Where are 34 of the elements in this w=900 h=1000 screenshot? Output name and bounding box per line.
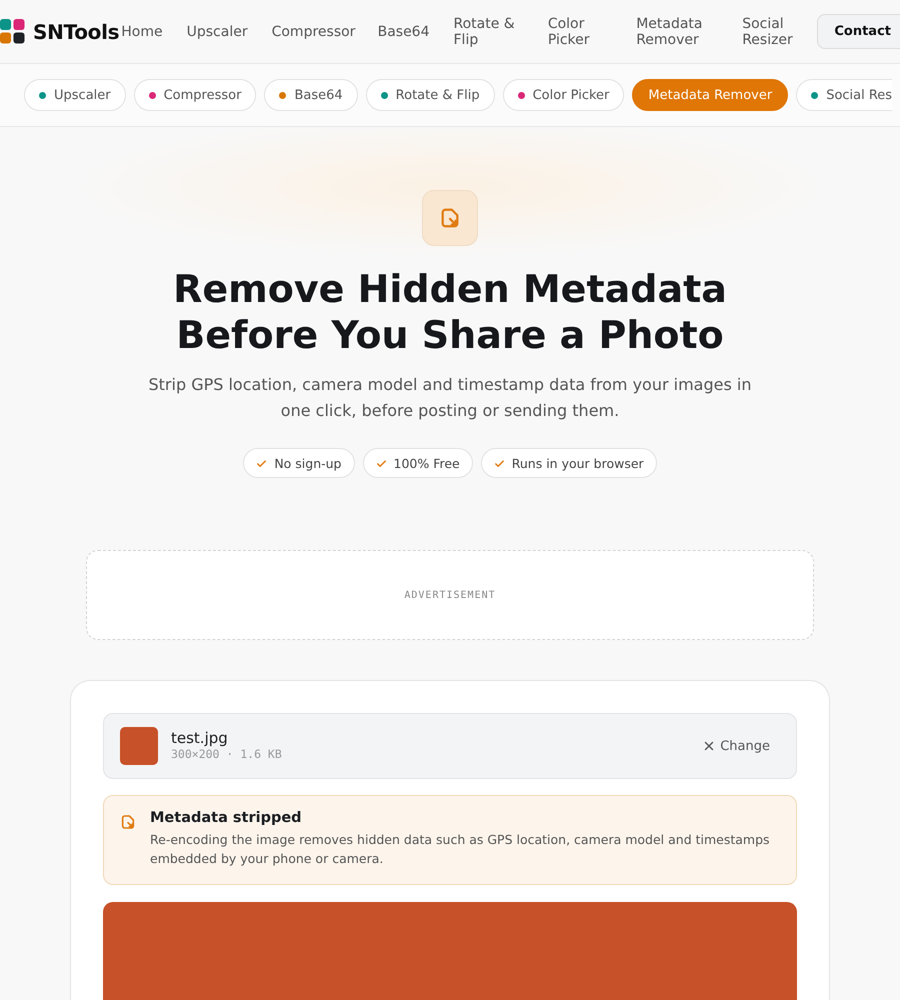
nav-link[interactable]: Social Resizer: [742, 16, 818, 48]
tool-chip[interactable]: Upscaler: [24, 79, 126, 111]
nav-link[interactable]: Color Picker: [548, 16, 612, 48]
check-icon: [256, 458, 268, 468]
nav-link[interactable]: Upscaler: [186, 24, 248, 40]
subtitle: Strip GPS location, camera model and timestamp data from your images in one click, before posting or sending them.: [148, 374, 752, 422]
ad-label: ADVERTISEMENT: [404, 590, 496, 600]
check-icon: [494, 458, 505, 468]
tool-chip[interactable]: Color Picker: [502, 79, 624, 111]
tool-chip[interactable]: Compressor: [134, 79, 256, 111]
feature-badge: Runs in your browser: [480, 448, 657, 478]
file-name: test.jpg: [171, 730, 229, 747]
file-meta: 300×200 · 1.6 KB: [171, 747, 282, 762]
nav-link[interactable]: Base64: [378, 24, 430, 40]
brand-name[interactable]: SNTools: [33, 20, 120, 44]
tool-chip[interactable]: Social Res: [796, 79, 892, 111]
nav-link[interactable]: Metadata Remover: [636, 16, 718, 48]
change-button[interactable]: Change: [694, 734, 780, 758]
nav-link[interactable]: Compressor: [272, 24, 354, 40]
nav-link[interactable]: Rotate & Flip: [454, 16, 524, 48]
close-icon: [704, 741, 714, 751]
feature-badge: 100% Free: [362, 448, 473, 478]
nav-link[interactable]: Home: [121, 24, 163, 40]
page-title: Remove Hidden Metadata Before You Share a Photo: [172, 266, 728, 358]
notice-title: Metadata stripped: [150, 810, 303, 826]
notice-text: Re-encoding the image removes hidden data such as GPS location, camera model and timestamps embedded by your phone or camera.: [150, 831, 771, 868]
file-arrow-icon: [439, 207, 461, 229]
file-arrow-icon: [120, 814, 136, 830]
contact-button[interactable]: Contact: [817, 14, 900, 49]
check-icon: [376, 458, 386, 468]
feature-badge: No sign-up: [243, 448, 354, 478]
tool-chip[interactable]: Base64: [264, 79, 358, 111]
tool-chip[interactable]: Rotate & Flip: [366, 79, 495, 111]
logo-icon: [0, 19, 25, 44]
